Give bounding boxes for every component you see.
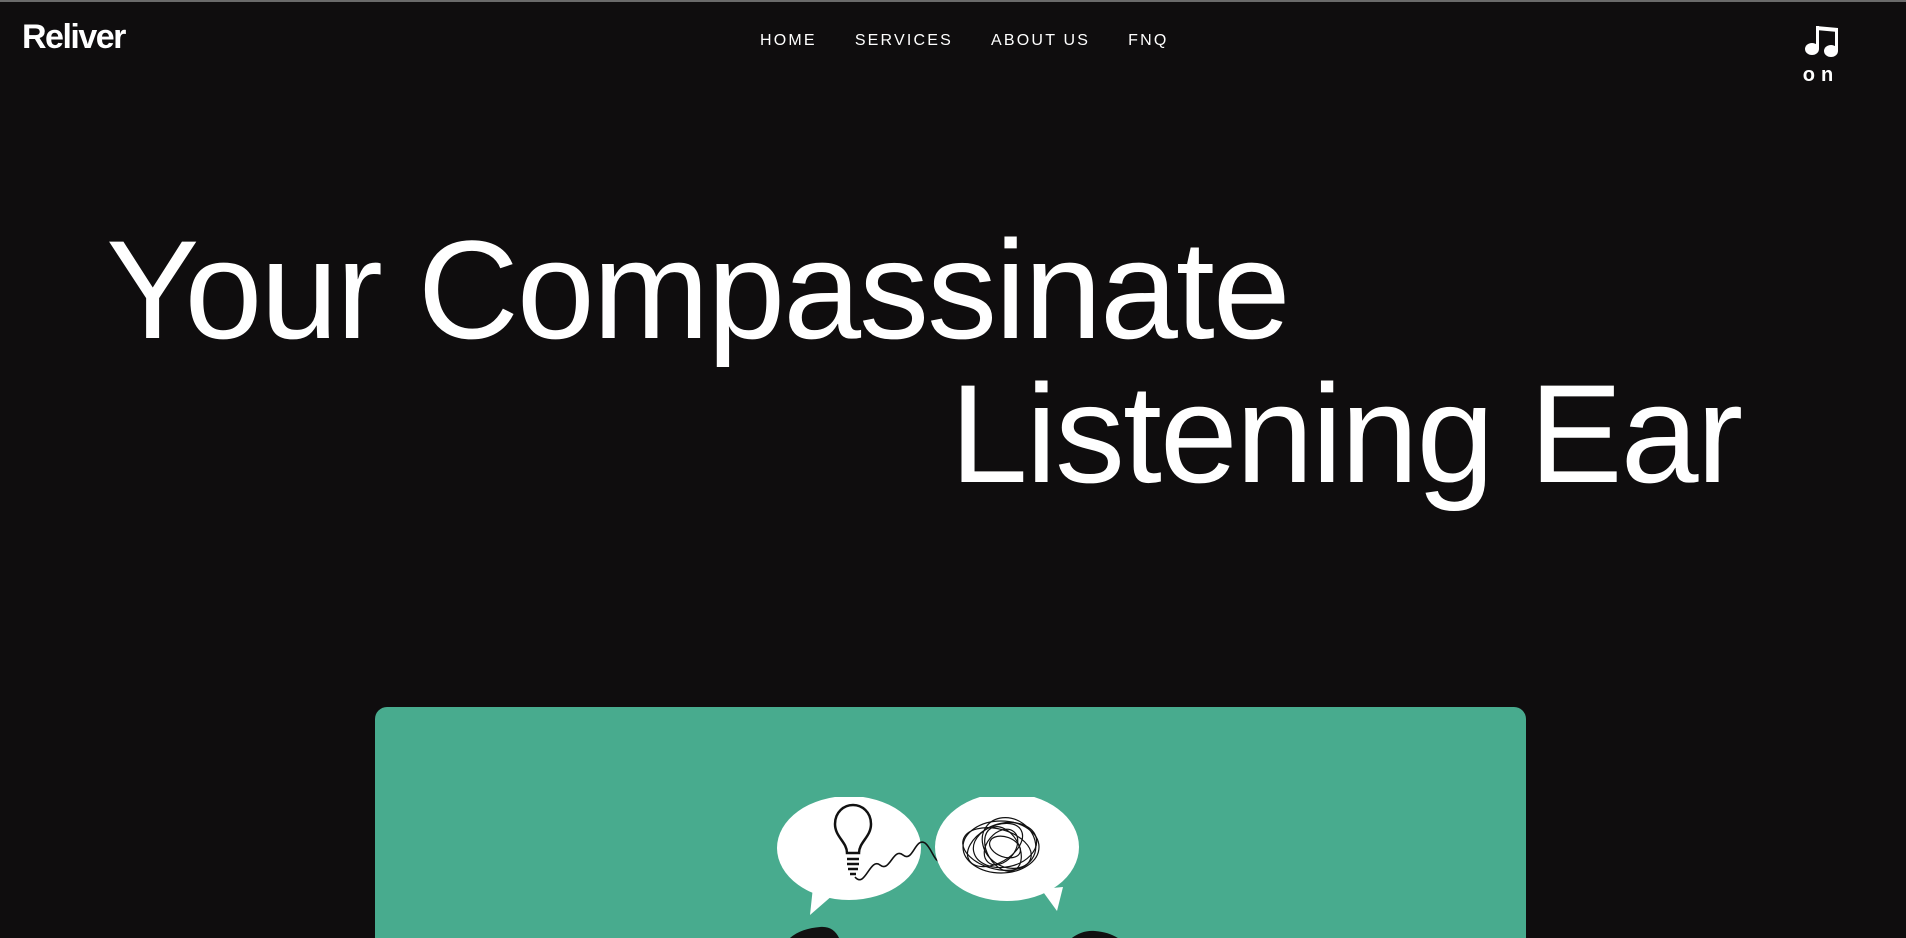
top-border — [0, 0, 1906, 2]
logo[interactable]: Reliver — [22, 18, 126, 57]
page: Reliver HOME SERVICES ABOUT US FNQ on Yo… — [0, 0, 1906, 938]
left-speech-bubble — [777, 797, 921, 915]
main-nav: HOME SERVICES ABOUT US FNQ — [760, 32, 1207, 50]
nav-item-about-us[interactable]: ABOUT US — [991, 32, 1090, 50]
conversation-illustration — [777, 797, 1118, 938]
nav-item-services[interactable]: SERVICES — [855, 32, 953, 50]
hero-title-line-2: Listening Ear — [950, 355, 1743, 512]
nav-item-home[interactable]: HOME — [760, 32, 817, 50]
music-note-icon — [1805, 26, 1838, 57]
illustration-card — [375, 707, 1526, 938]
right-speech-bubble — [935, 797, 1079, 911]
hero-title-line-1: Your Compassinate — [106, 211, 1291, 368]
nav-item-fnq[interactable]: FNQ — [1128, 32, 1168, 50]
music-toggle[interactable]: on — [1796, 22, 1846, 94]
music-state-label: on — [1802, 64, 1840, 86]
silhouette-heads — [790, 926, 1118, 938]
